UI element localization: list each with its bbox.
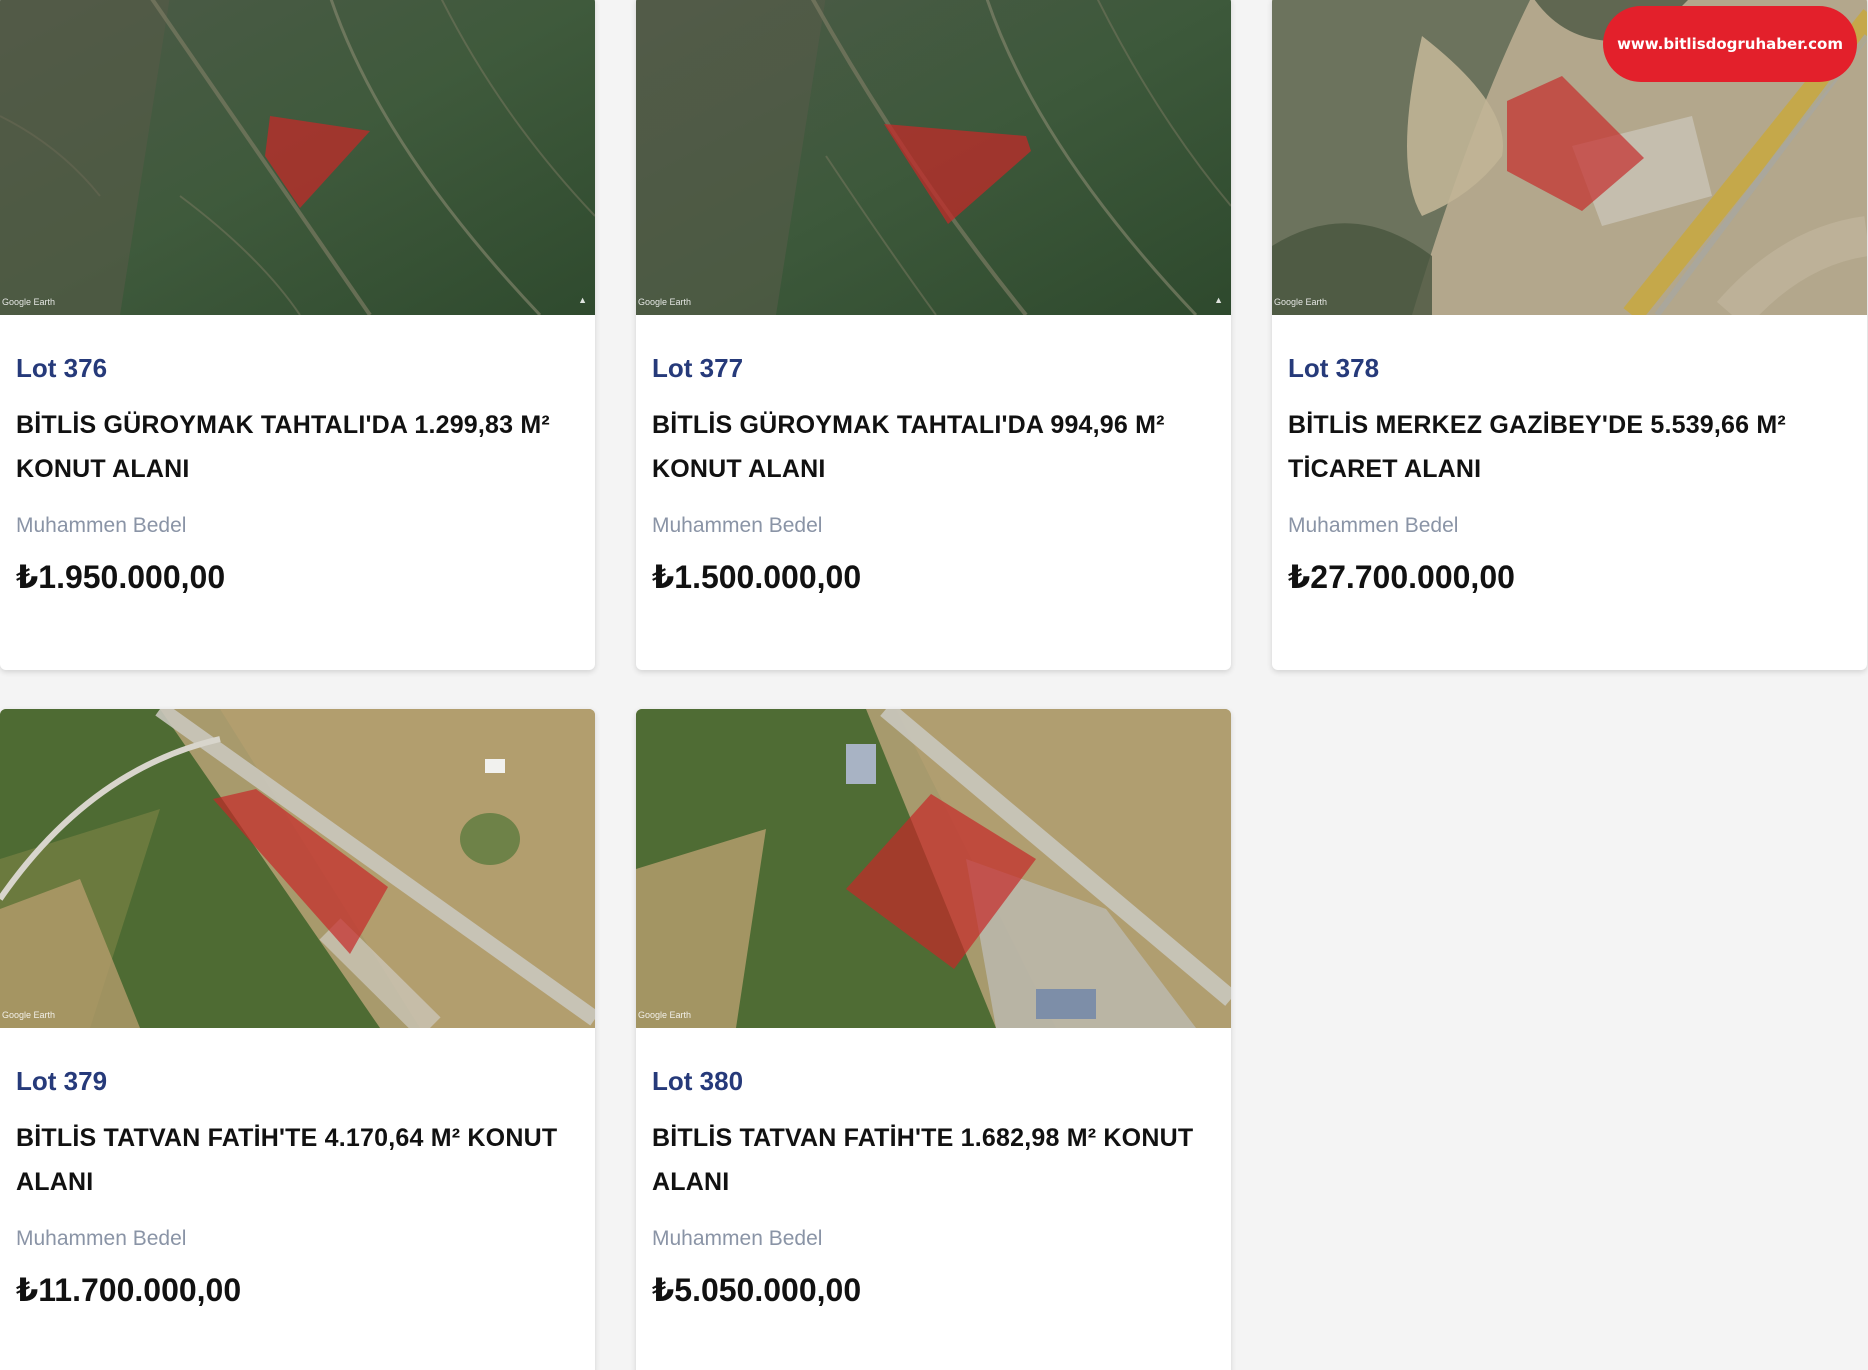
price-label: Muhammen Bedel xyxy=(16,1227,187,1250)
site-watermark-badge: www.bitlisdogruhaber.com xyxy=(1603,6,1857,82)
google-earth-credit: Google Earth xyxy=(2,297,56,307)
listing-title[interactable]: BİTLİS GÜROYMAK TAHTALI'DA 994,96 M² KON… xyxy=(652,403,1215,491)
google-earth-credit: Google Earth xyxy=(638,297,692,307)
parcel-satellite-image[interactable]: Google Earth xyxy=(636,709,1231,1028)
lot-number[interactable]: Lot 378 xyxy=(1288,353,1851,383)
google-earth-credit: Google Earth xyxy=(2,1010,56,1020)
google-earth-credit: Google Earth xyxy=(1274,297,1328,307)
lot-number[interactable]: Lot 380 xyxy=(652,1066,1215,1096)
lot-number[interactable]: Lot 377 xyxy=(652,353,1215,383)
parcel-satellite-image[interactable]: www.bitlisdogruhaber.com Google Earth xyxy=(1272,0,1867,315)
north-arrow-icon: ▲ xyxy=(578,295,587,305)
satellite-map-image xyxy=(0,709,595,1028)
price-label: Muhammen Bedel xyxy=(1288,514,1459,537)
satellite-map-image xyxy=(0,0,595,315)
listing-title[interactable]: BİTLİS GÜROYMAK TAHTALI'DA 1.299,83 M² K… xyxy=(16,403,579,491)
lot-number[interactable]: Lot 376 xyxy=(16,353,579,383)
parcel-satellite-image[interactable]: Google Earth ▲ xyxy=(0,0,595,315)
price-value: ₺1.500.000,00 xyxy=(652,559,862,595)
google-earth-credit: Google Earth xyxy=(638,1010,692,1020)
price-value: ₺27.700.000,00 xyxy=(1288,559,1515,595)
listing-card-lot-379[interactable]: Google Earth Lot 379 BİTLİS TATVAN FATİH… xyxy=(0,709,595,1370)
price-value: ₺1.950.000,00 xyxy=(16,559,226,595)
satellite-map-image xyxy=(636,0,1231,315)
listing-title[interactable]: BİTLİS MERKEZ GAZİBEY'DE 5.539,66 M² TİC… xyxy=(1288,403,1851,491)
listing-card-lot-377[interactable]: Google Earth ▲ Lot 377 BİTLİS GÜROYMAK T… xyxy=(636,0,1231,670)
lot-number[interactable]: Lot 379 xyxy=(16,1066,579,1096)
price-label: Muhammen Bedel xyxy=(652,1227,823,1250)
listing-title[interactable]: BİTLİS TATVAN FATİH'TE 1.682,98 M² KONUT… xyxy=(652,1116,1215,1204)
north-arrow-icon: ▲ xyxy=(1214,295,1223,305)
satellite-map-image xyxy=(636,709,1231,1028)
listing-card-lot-376[interactable]: Google Earth ▲ Lot 376 BİTLİS GÜROYMAK T… xyxy=(0,0,595,670)
price-label: Muhammen Bedel xyxy=(16,514,187,537)
parcel-satellite-image[interactable]: Google Earth ▲ xyxy=(636,0,1231,315)
price-value: ₺5.050.000,00 xyxy=(652,1272,862,1308)
parcel-satellite-image[interactable]: Google Earth xyxy=(0,709,595,1028)
listing-card-lot-378[interactable]: www.bitlisdogruhaber.com Google Earth Lo… xyxy=(1272,0,1867,670)
listing-title[interactable]: BİTLİS TATVAN FATİH'TE 4.170,64 M² KONUT… xyxy=(16,1116,579,1204)
price-label: Muhammen Bedel xyxy=(652,514,823,537)
price-value: ₺11.700.000,00 xyxy=(16,1272,242,1308)
listing-grid: Google Earth ▲ Lot 376 BİTLİS GÜROYMAK T… xyxy=(0,0,1868,1370)
listing-card-lot-380[interactable]: Google Earth Lot 380 BİTLİS TATVAN FATİH… xyxy=(636,709,1231,1370)
